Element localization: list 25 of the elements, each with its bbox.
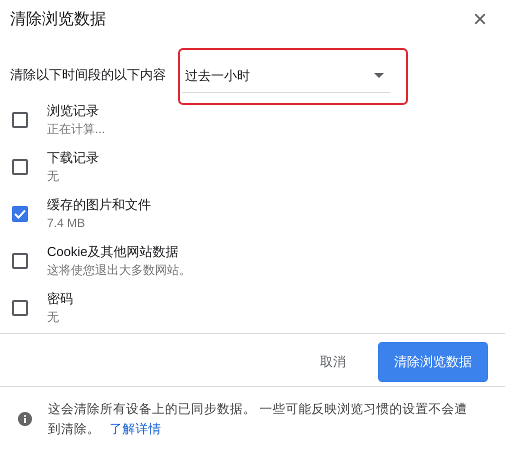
item-label: 浏览记录	[47, 102, 100, 120]
clear-data-button[interactable]: 清除浏览数据	[378, 342, 488, 382]
learn-more-link[interactable]: 了解详情	[109, 422, 162, 436]
cancel-button[interactable]: 取消	[304, 344, 362, 380]
item-detail: 7.4 MB	[47, 215, 86, 232]
item-label: Cookie及其他网站数据	[47, 243, 180, 261]
checkbox[interactable]	[12, 253, 28, 269]
item-detail: 这将使您退出大多数网站。	[47, 262, 191, 279]
close-button[interactable]: ×	[468, 8, 491, 32]
info-icon	[18, 412, 32, 426]
item-detail: 正在计算...	[47, 121, 106, 138]
item-detail: 无	[47, 168, 60, 185]
checkbox[interactable]	[12, 300, 28, 316]
caret-icon	[374, 73, 384, 78]
check-icon	[14, 209, 26, 219]
checkbox[interactable]	[12, 159, 28, 175]
item-label: 下载记录	[47, 149, 99, 167]
checkbox[interactable]	[12, 206, 28, 222]
info-text: 这会清除所有设备上的已同步数据。 一些可能反映浏览习惯的设置不会遭到清除。 了解详情	[48, 400, 468, 438]
item-label: 缓存的图片和文件	[47, 196, 151, 214]
dialog-title: 清除浏览数据	[10, 10, 106, 30]
time-range-label: 清除以下时间段的以下内容	[10, 66, 166, 84]
item-detail: 无	[47, 309, 60, 326]
checkbox[interactable]	[12, 112, 28, 128]
item-label: 密码	[47, 290, 73, 308]
